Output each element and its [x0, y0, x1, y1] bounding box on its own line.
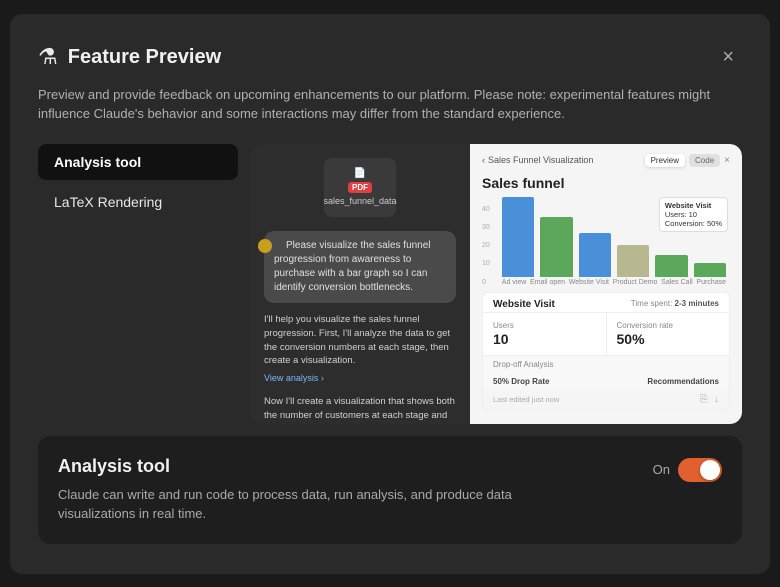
user-message-bubble: Please visualize the sales funnel progre… [264, 231, 456, 303]
download-icon[interactable]: ↓ [714, 394, 719, 405]
preview-inner: 📄 PDF sales_funnel_data Please visualize… [250, 144, 742, 424]
modal-title: Feature Preview [68, 46, 221, 69]
chart-labels: Ad view Email open Website Visit Product… [498, 277, 730, 286]
chart-legend: Website Visit Users: 10 Conversion: 50% [659, 197, 728, 232]
chart-container: 0 10 20 30 40 [482, 197, 730, 286]
feature-preview-modal: ⚗ Feature Preview × Preview and provide … [10, 14, 770, 574]
file-name: sales_funnel_data [323, 196, 396, 208]
last-edited-row: Last edited just now ⎘ ↓ [483, 390, 729, 409]
flask-icon: ⚗ [38, 44, 58, 70]
file-icon: 📄 [354, 168, 366, 179]
viz-topbar: ‹ Sales Funnel Visualization Preview Cod… [482, 154, 730, 167]
legend-users: Users: 10 [665, 210, 722, 219]
info-header: Website Visit Time spent: 2-3 minutes [483, 293, 729, 313]
modal-header: ⚗ Feature Preview × [38, 42, 742, 73]
toggle-knob [700, 460, 720, 480]
modal-description: Preview and provide feedback on upcoming… [38, 85, 742, 124]
title-row: ⚗ Feature Preview [38, 44, 221, 70]
legend-title: Website Visit [665, 201, 722, 210]
file-badge: PDF [348, 182, 372, 193]
chart-title: Sales funnel [482, 175, 730, 191]
ai-response-1: I'll help you visualize the sales funnel… [264, 313, 456, 385]
feature-description: Claude can write and run code to process… [58, 485, 538, 524]
info-section: Website Visit Time spent: 2-3 minutes Us… [482, 292, 730, 410]
viz-back-button[interactable]: ‹ Sales Funnel Visualization [482, 155, 593, 165]
sidebar-item-latex-rendering[interactable]: LaTeX Rendering [38, 184, 238, 220]
feature-toggle[interactable] [678, 458, 722, 482]
feature-name: Analysis tool [58, 456, 653, 477]
content-area: Analysis tool LaTeX Rendering 📄 PDF sale… [38, 144, 742, 424]
legend-conversion: Conversion: 50% [665, 219, 722, 228]
time-spent: Time spent: 2-3 minutes [631, 299, 719, 310]
users-cell: Users 10 [483, 313, 607, 355]
chart-bars: Website Visit Users: 10 Conversion: 50% [498, 197, 730, 277]
view-analysis-link[interactable]: View analysis › [264, 372, 456, 385]
bar-chart: Website Visit Users: 10 Conversion: 50% … [498, 197, 730, 286]
chat-panel: 📄 PDF sales_funnel_data Please visualize… [250, 144, 470, 424]
drop-stats-row: 50% Drop Rate Recommendations [483, 373, 729, 390]
bar-website-visit [579, 233, 611, 277]
file-card: 📄 PDF sales_funnel_data [324, 158, 396, 218]
bar-purchase [694, 263, 726, 277]
feature-text: Analysis tool Claude can write and run c… [58, 456, 653, 524]
drop-off-row: Drop-off Analysis [483, 355, 729, 373]
viz-close-icon[interactable]: × [724, 155, 730, 166]
ai-response-2: Now I'll create a visualization that sho… [264, 395, 456, 423]
bar-product-demo [617, 245, 649, 277]
sidebar-item-analysis-tool[interactable]: Analysis tool [38, 144, 238, 180]
tab-code[interactable]: Code [689, 154, 720, 167]
sidebar: Analysis tool LaTeX Rendering [38, 144, 238, 424]
conversion-cell: Conversion rate 50% [607, 313, 730, 355]
viz-controls: Preview Code × [645, 154, 730, 167]
close-button[interactable]: × [714, 42, 742, 73]
info-values-row: Users 10 Conversion rate 50% [483, 313, 729, 355]
bar-ad-view [502, 197, 534, 277]
viz-panel: ‹ Sales Funnel Visualization Preview Cod… [470, 144, 742, 424]
info-section-title: Website Visit [493, 299, 555, 310]
user-message-text: Please visualize the sales funnel progre… [274, 240, 431, 293]
bar-sales-call [655, 255, 687, 277]
y-axis: 0 10 20 30 40 [482, 206, 494, 286]
copy-icon[interactable]: ⎘ [700, 394, 708, 405]
feature-section: Analysis tool Claude can write and run c… [38, 436, 742, 544]
main-preview: 📄 PDF sales_funnel_data Please visualize… [250, 144, 742, 424]
toggle-area: On [653, 458, 722, 482]
viz-action-icons: ⎘ ↓ [700, 394, 719, 405]
bar-email-open [540, 217, 572, 277]
toggle-label: On [653, 462, 670, 477]
tab-preview[interactable]: Preview [645, 154, 685, 167]
